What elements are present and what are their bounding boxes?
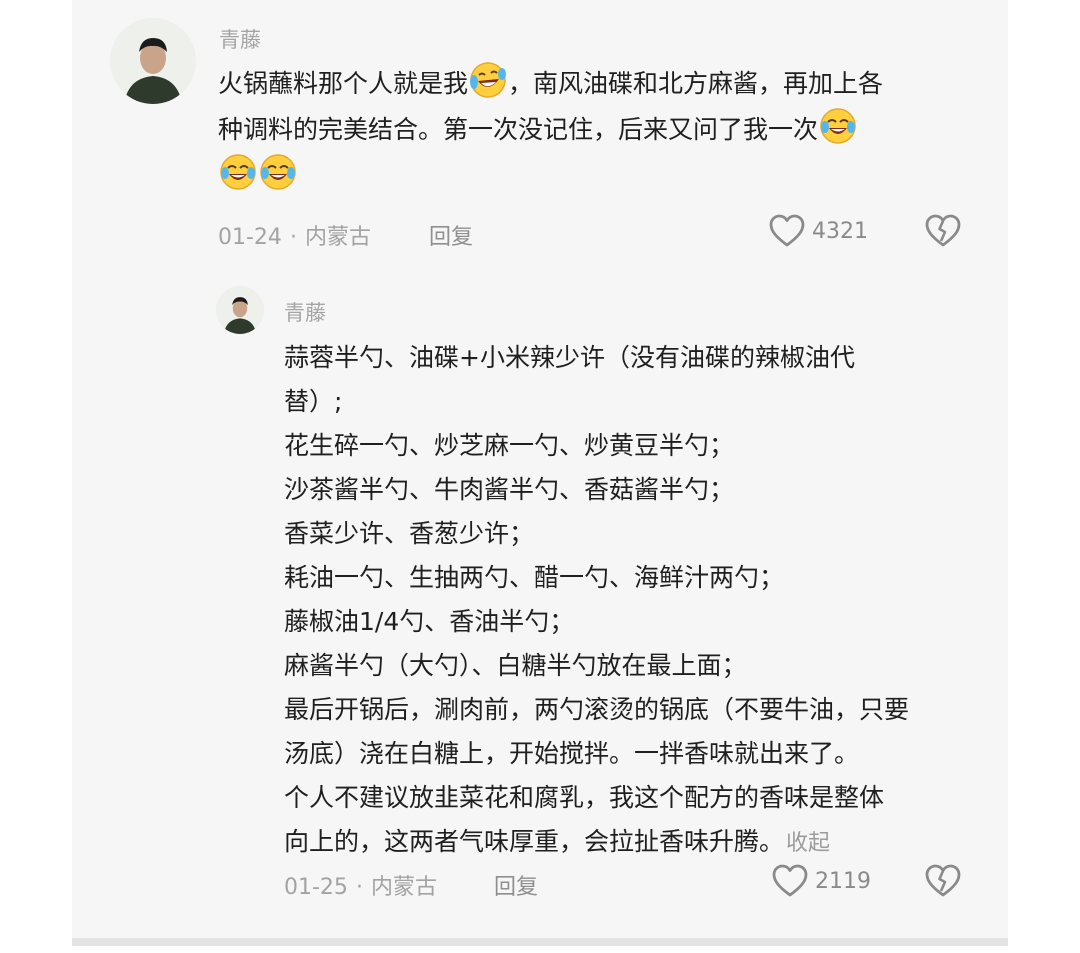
broken-heart-icon: [925, 214, 961, 247]
broken-heart-icon: [925, 864, 961, 897]
like-count: 4321: [812, 218, 868, 244]
comment-meta: 01-24 · 内蒙古: [218, 219, 371, 251]
comment-date: 01-24: [218, 225, 282, 250]
reply-line: 蒜蓉半勺、油碟+小米辣少许（没有油碟的辣椒油代: [284, 343, 855, 372]
reply-location: 内蒙古: [370, 875, 437, 900]
reply-line: 最后开锅后，涮肉前，两勺滚烫的锅底（不要牛油，只要: [284, 695, 910, 724]
reply-line: 替）;: [284, 387, 343, 416]
meta-separator: ·: [289, 225, 297, 250]
reply-line: 藤椒油1/4勺、香油半勺；: [284, 607, 575, 636]
laughing-tears-emoji: [468, 60, 508, 100]
reply-like-button[interactable]: 2119: [771, 863, 871, 899]
collapse-link[interactable]: 收起: [786, 831, 830, 856]
reply-author[interactable]: 青藤: [284, 297, 326, 327]
avatar-photo: [216, 286, 264, 334]
reply-line: 花生碎一勺、炒芝麻一勺、炒黄豆半勺；: [284, 431, 735, 460]
reply-line: 耗油一勺、生抽两勺、醋一勺、海鲜汁两勺；: [284, 563, 785, 592]
comment-line: 种调料的完美结合。第一次没记住，后来又问了我一次: [218, 106, 883, 152]
comment-dislike-button[interactable]: [924, 213, 962, 253]
comment-line: [218, 152, 883, 198]
avatar-photo: [110, 18, 196, 104]
reply-meta: 01-25 · 内蒙古: [284, 869, 437, 901]
meta-separator: ·: [355, 875, 363, 900]
reply-line: 沙茶酱半勺、牛肉酱半勺、香菇酱半勺；: [284, 475, 735, 504]
crying-laughing-emoji: [258, 152, 298, 192]
reply-line: 香菜少许、香葱少许；: [284, 519, 535, 548]
comment-like-button[interactable]: 4321: [768, 213, 868, 249]
reply-dislike-button[interactable]: [924, 863, 962, 903]
heart-outline-icon: [769, 214, 805, 247]
avatar[interactable]: [110, 18, 196, 104]
reply-text: 蒜蓉半勺、油碟+小米辣少许（没有油碟的辣椒油代 替）; 花生碎一勺、炒芝麻一勺、…: [284, 336, 909, 866]
crying-laughing-emoji: [818, 106, 858, 146]
reply-reply-button[interactable]: 回复: [494, 869, 538, 901]
comment-reply-button[interactable]: 回复: [429, 219, 473, 251]
reply-line: 向上的，这两者气味厚重，会拉扯香味升腾。收起: [284, 827, 831, 856]
reply-avatar[interactable]: [216, 286, 264, 334]
divider: [72, 938, 1008, 946]
comment-text: 火锅蘸料那个人就是我 ，南风油碟和北方麻酱，再加上各 种调料的完美结合。第一次没记…: [218, 60, 883, 198]
like-count: 2119: [815, 868, 871, 894]
crying-laughing-emoji: [218, 152, 258, 192]
reply-line: 麻酱半勺（大勺）、白糖半勺放在最上面；: [284, 651, 747, 680]
comment-line: 火锅蘸料那个人就是我 ，南风油碟和北方麻酱，再加上各: [218, 60, 883, 106]
reply-line: 汤底）浇在白糖上，开始搅拌。一拌香味就出来了。: [284, 739, 860, 768]
reply-line: 个人不建议放韭菜花和腐乳，我这个配方的香味是整体: [284, 783, 885, 812]
reply-date: 01-25: [284, 875, 348, 900]
comment-location: 内蒙古: [304, 225, 371, 250]
heart-outline-icon: [772, 864, 808, 897]
comment-author[interactable]: 青藤: [219, 24, 261, 54]
